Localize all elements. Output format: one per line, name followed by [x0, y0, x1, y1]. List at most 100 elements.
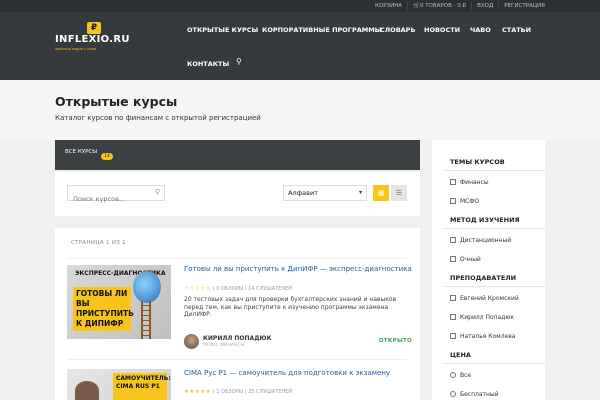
grid-icon: ▦: [377, 189, 385, 197]
option-label: Все: [460, 372, 472, 379]
head-illustration: [133, 271, 161, 303]
course-search-input[interactable]: [68, 192, 148, 206]
course-listing: СТРАНИЦА 1 ИЗ 1 ЭКСПРЕСС-ДИАГНОСТИКА ГОТ…: [55, 228, 420, 400]
course-author-row: КИРИЛЛ ПОПАДЮК МСФО, ФИНАНСЫ ОТКРЫТО: [184, 334, 412, 354]
course-title-link[interactable]: Готовы ли вы приступить к ДипИФР — экспр…: [184, 265, 412, 274]
rating-stars-icon: ★★★★★: [184, 389, 212, 395]
checkbox[interactable]: [450, 295, 456, 301]
search-icon[interactable]: ⚲: [155, 188, 160, 196]
divider: [67, 359, 407, 360]
checkbox[interactable]: [450, 314, 456, 320]
option-label: Финансы: [460, 179, 489, 186]
filter-option-instructor[interactable]: Кирилл Попадюк: [450, 314, 514, 321]
nav-item-corporate[interactable]: КОРПОРАТИВНЫЕ ПРОГРАММЫ: [262, 26, 381, 34]
divider: [444, 286, 545, 287]
logo-mark: ₽: [87, 22, 101, 34]
divider: [444, 363, 545, 364]
person-illustration: [75, 381, 99, 400]
sidebar-heading-method: МЕТОД ИЗУЧЕНИЯ: [450, 216, 520, 224]
option-label: Евгений Кромский: [460, 295, 519, 302]
course-meta: ★★★★★ ( 1 ОБЗОРЫ ) 25 СЛУШАТЕЛЕЙ: [184, 389, 292, 395]
thumbnail-banner-text: САМОУЧИТЕЛЬ: CIMA RUS P1: [116, 375, 171, 390]
avatar[interactable]: [184, 334, 199, 349]
sidebar-heading-instructors: ПРЕПОДАВАТЕЛИ: [450, 274, 517, 282]
sort-value: Алфавит: [288, 189, 318, 197]
list-view-button[interactable]: ☰: [391, 185, 407, 201]
course-meta-text: ( 1 ОБЗОРЫ ) 25 СЛУШАТЕЛЕЙ: [212, 389, 293, 395]
radio[interactable]: [450, 391, 456, 397]
nav-item-open-courses[interactable]: ОТКРЫТЫЕ КУРСЫ: [187, 26, 258, 34]
divider: [67, 258, 407, 259]
sidebar-heading-price: ЦЕНА: [450, 351, 471, 359]
register-link[interactable]: РЕГИСТРАЦИЯ: [498, 2, 550, 10]
filter-all-courses[interactable]: ВСЕ КУРСЫ: [65, 149, 97, 155]
site-header: ₽ INFLEXIO.RU ФИНАНСЫ РЯДОМ С НАМИ ОТКРЫ…: [0, 12, 600, 80]
page-indicator: СТРАНИЦА 1 ИЗ 1: [71, 240, 126, 246]
count-badge: 14: [101, 153, 113, 160]
category-filter-bar: ВСЕ КУРСЫ 14: [55, 140, 420, 170]
filter-option-finance[interactable]: Финансы: [450, 179, 489, 186]
nav-item-faq[interactable]: ЧАВО: [470, 26, 491, 34]
option-label: Дистанционный: [460, 237, 512, 244]
thumbnail-banner: САМОУЧИТЕЛЬ: CIMA RUS P1: [113, 373, 171, 400]
account-links: КОРЗИНА 🛒0 ТОВАРОВ - 0 ₽ ВХОД РЕГИСТРАЦИ…: [370, 0, 550, 12]
option-label: Очный: [460, 256, 481, 263]
logo-name: INFLEXIO.RU: [55, 34, 130, 45]
cart-items-label: 0 ТОВАРОВ - 0 ₽: [419, 3, 467, 9]
option-label: Бесплатный: [460, 391, 499, 398]
listing-toolbar: ⚲ Алфавит ▾ ▦ ☰: [55, 172, 420, 216]
page-subtitle: Каталог курсов по финансам с открытой ре…: [55, 114, 261, 122]
filter-sidebar: ТЕМЫ КУРСОВ Финансы МСФО МЕТОД ИЗУЧЕНИЯ …: [432, 140, 545, 400]
option-label: Кирилл Попадюк: [460, 314, 515, 321]
course-thumbnail[interactable]: САМОУЧИТЕЛЬ: CIMA RUS P1: [67, 369, 171, 400]
checkbox[interactable]: [450, 333, 456, 339]
sort-select[interactable]: Алфавит ▾: [283, 185, 367, 201]
author-name[interactable]: КИРИЛЛ ПОПАДЮК: [203, 335, 271, 342]
course-title-link[interactable]: CIMA Рус P1 — самоучитель для подготовки…: [184, 369, 412, 378]
page-title: Открытые курсы: [55, 94, 178, 109]
nav-item-articles[interactable]: СТАТЬИ: [502, 26, 531, 34]
logo-tagline: ФИНАНСЫ РЯДОМ С НАМИ: [55, 47, 97, 51]
checkbox[interactable]: [450, 198, 456, 204]
login-link[interactable]: ВХОД: [471, 2, 498, 10]
thumbnail-banner-text: ГОТОВЫ ЛИ ВЫ ПРИСТУПИТЬ К ДИПИФР: [76, 289, 134, 328]
course-description: 20 тестовых задач для проверки бухгалтер…: [184, 296, 397, 318]
nav-item-dictionary[interactable]: СЛОВАРЬ: [380, 26, 415, 34]
cart-summary-link[interactable]: 🛒0 ТОВАРОВ - 0 ₽: [407, 2, 471, 10]
search-icon[interactable]: ⚲: [236, 57, 242, 66]
filter-option-price-all[interactable]: Все: [450, 372, 471, 379]
course-categories: МСФО, ФИНАНСЫ: [203, 343, 245, 348]
chevron-down-icon: ▾: [358, 189, 362, 196]
list-icon: ☰: [395, 189, 403, 197]
ladder-illustration: [141, 301, 151, 339]
thumbnail-banner: ГОТОВЫ ЛИ ВЫ ПРИСТУПИТЬ К ДИПИФР: [73, 287, 134, 331]
filter-option-ifrs[interactable]: МСФО: [450, 198, 479, 205]
filter-option-remote[interactable]: Дистанционный: [450, 237, 511, 244]
course-meta-text: ( 0 ОБЗОРЫ ) 14 СЛУШАТЕЛЕЙ: [212, 286, 293, 292]
rating-stars-icon: ☆☆☆☆☆: [184, 286, 212, 292]
nav-item-news[interactable]: НОВОСТИ: [424, 26, 460, 34]
top-bar: КОРЗИНА 🛒0 ТОВАРОВ - 0 ₽ ВХОД РЕГИСТРАЦИ…: [0, 0, 600, 12]
site-logo[interactable]: ₽ INFLEXIO.RU ФИНАНСЫ РЯДОМ С НАМИ: [55, 22, 135, 54]
grid-view-button[interactable]: ▦: [373, 185, 389, 201]
filter-option-instructor[interactable]: Наталья Комлева: [450, 333, 515, 340]
course-meta: ☆☆☆☆☆ ( 0 ОБЗОРЫ ) 14 СЛУШАТЕЛЕЙ: [184, 286, 292, 292]
filter-option-price-free[interactable]: Бесплатный: [450, 391, 499, 398]
filter-option-instructor[interactable]: Евгений Кромский: [450, 295, 519, 302]
filter-option-in-person[interactable]: Очный: [450, 256, 481, 263]
checkbox[interactable]: [450, 237, 456, 243]
option-label: МСФО: [460, 198, 480, 205]
radio[interactable]: [450, 372, 456, 378]
cart-link[interactable]: КОРЗИНА: [370, 2, 407, 10]
course-thumbnail[interactable]: ЭКСПРЕСС-ДИАГНОСТИКА ГОТОВЫ ЛИ ВЫ ПРИСТУ…: [67, 265, 171, 339]
option-label: Наталья Комлева: [460, 333, 516, 340]
nav-item-contacts[interactable]: КОНТАКТЫ: [187, 60, 229, 68]
course-search: ⚲: [67, 185, 165, 206]
page-header: Открытые курсы Каталог курсов по финанса…: [0, 80, 600, 140]
divider: [444, 228, 545, 229]
sidebar-heading-topics: ТЕМЫ КУРСОВ: [450, 158, 505, 166]
checkbox[interactable]: [450, 256, 456, 262]
divider: [444, 170, 545, 171]
checkbox[interactable]: [450, 179, 456, 185]
status-badge: ОТКРЫТО: [378, 338, 412, 344]
